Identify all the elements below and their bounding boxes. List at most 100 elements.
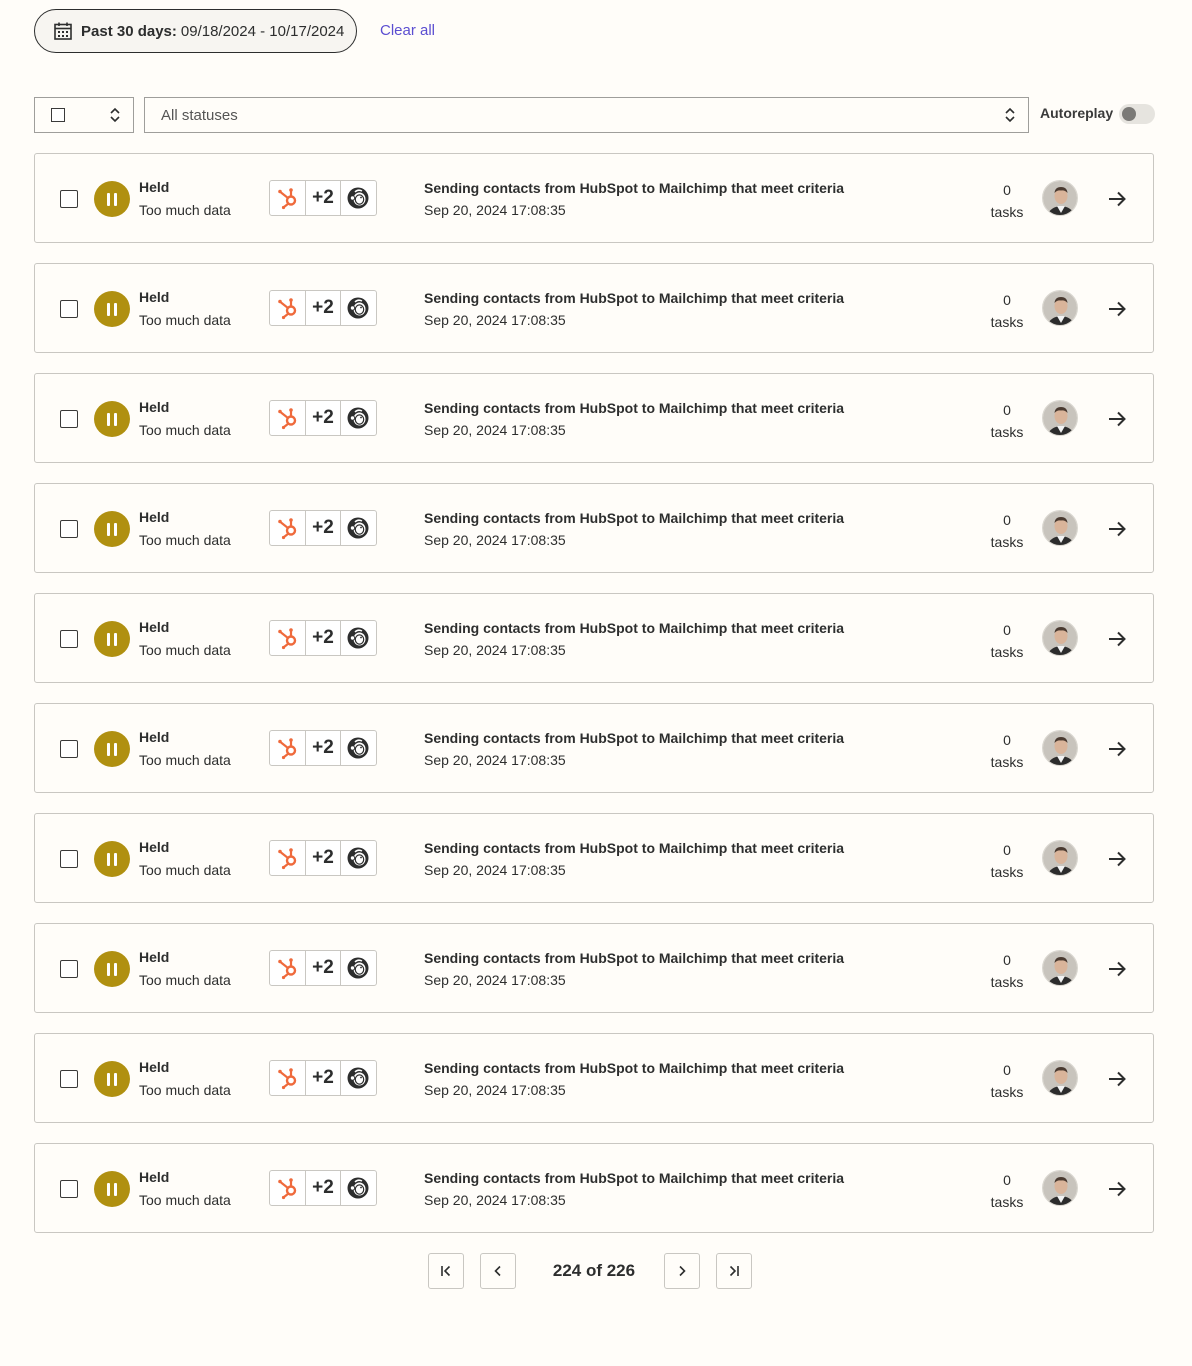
chevron-updown-icon [1005, 107, 1015, 123]
arrow-right-icon[interactable] [1105, 737, 1129, 761]
mailchimp-icon [341, 1171, 376, 1205]
task-count-label: tasks [990, 864, 1024, 880]
arrow-right-icon[interactable] [1105, 297, 1129, 321]
row-checkbox[interactable] [60, 190, 78, 208]
arrow-right-icon[interactable] [1105, 847, 1129, 871]
owner-avatar [1042, 1060, 1078, 1096]
arrow-right-icon[interactable] [1105, 517, 1129, 541]
run-row[interactable]: Held Too much data +2 Sending contacts f… [34, 1033, 1154, 1123]
row-checkbox[interactable] [60, 850, 78, 868]
owner-avatar [1042, 510, 1078, 546]
row-checkbox[interactable] [60, 300, 78, 318]
run-timestamp: Sep 20, 2024 17:08:35 [424, 1192, 566, 1208]
row-checkbox[interactable] [60, 410, 78, 428]
zap-title: Sending contacts from HubSpot to Mailchi… [424, 510, 845, 526]
first-page-button[interactable] [428, 1253, 464, 1289]
task-count-value: 0 [1003, 292, 1011, 308]
clear-all-link[interactable]: Clear all [380, 22, 435, 39]
run-row[interactable]: Held Too much data +2 Sending contacts f… [34, 153, 1154, 243]
row-checkbox[interactable] [60, 960, 78, 978]
autoreplay-toggle[interactable] [1119, 104, 1155, 124]
task-count: 0 tasks [975, 729, 1039, 773]
date-filter-label: Past 30 days: [81, 22, 177, 40]
task-count: 0 tasks [975, 1169, 1039, 1213]
row-checkbox[interactable] [60, 1070, 78, 1088]
app-icons: +2 [269, 510, 377, 546]
run-timestamp: Sep 20, 2024 17:08:35 [424, 972, 566, 988]
row-checkbox[interactable] [60, 630, 78, 648]
arrow-right-icon[interactable] [1105, 957, 1129, 981]
zap-title: Sending contacts from HubSpot to Mailchi… [424, 730, 845, 746]
page-indicator: 224 of 226 [552, 1261, 636, 1280]
task-count-value: 0 [1003, 842, 1011, 858]
run-status: Held [139, 509, 170, 525]
task-count-label: tasks [990, 204, 1024, 220]
arrow-right-icon[interactable] [1105, 407, 1129, 431]
zap-title: Sending contacts from HubSpot to Mailchi… [424, 180, 845, 196]
row-checkbox[interactable] [60, 520, 78, 538]
task-count-label: tasks [990, 424, 1024, 440]
app-icons: +2 [269, 730, 377, 766]
run-status: Held [139, 179, 170, 195]
task-count-value: 0 [1003, 1172, 1011, 1188]
select-all-dropdown[interactable] [34, 97, 134, 133]
toggle-knob [1122, 107, 1136, 121]
run-row[interactable]: Held Too much data +2 Sending contacts f… [34, 813, 1154, 903]
status-filter-select[interactable]: All statuses [144, 97, 1029, 133]
task-count: 0 tasks [975, 1059, 1039, 1103]
app-icons: +2 [269, 400, 377, 436]
run-row[interactable]: Held Too much data +2 Sending contacts f… [34, 1143, 1154, 1233]
status-filter-value: All statuses [161, 106, 238, 124]
run-status-reason: Too much data [139, 1192, 231, 1208]
run-row[interactable]: Held Too much data +2 Sending contacts f… [34, 593, 1154, 683]
arrow-right-icon[interactable] [1105, 187, 1129, 211]
mailchimp-icon [341, 621, 376, 655]
task-count-label: tasks [990, 754, 1024, 770]
arrow-right-icon[interactable] [1105, 1067, 1129, 1091]
run-row[interactable]: Held Too much data +2 Sending contacts f… [34, 483, 1154, 573]
first-page-icon [441, 1265, 451, 1277]
zap-title: Sending contacts from HubSpot to Mailchi… [424, 1170, 845, 1186]
row-checkbox[interactable] [60, 1180, 78, 1198]
app-icons: +2 [269, 950, 377, 986]
arrow-right-icon[interactable] [1105, 1177, 1129, 1201]
pagination: 224 of 226 [428, 1253, 752, 1289]
calendar-icon [54, 22, 72, 40]
run-row[interactable]: Held Too much data +2 Sending contacts f… [34, 263, 1154, 353]
pause-icon [94, 1171, 130, 1207]
select-all-checkbox[interactable] [51, 108, 65, 122]
more-apps-count: +2 [305, 401, 341, 435]
next-page-button[interactable] [664, 1253, 700, 1289]
run-status: Held [139, 729, 170, 745]
mailchimp-icon [341, 731, 376, 765]
last-page-button[interactable] [716, 1253, 752, 1289]
hubspot-icon [270, 951, 305, 985]
previous-page-button[interactable] [480, 1253, 516, 1289]
task-count-label: tasks [990, 534, 1024, 550]
arrow-right-icon[interactable] [1105, 627, 1129, 651]
run-status: Held [139, 619, 170, 635]
run-row[interactable]: Held Too much data +2 Sending contacts f… [34, 923, 1154, 1013]
mailchimp-icon [341, 291, 376, 325]
row-checkbox[interactable] [60, 740, 78, 758]
run-status: Held [139, 1169, 170, 1185]
owner-avatar [1042, 620, 1078, 656]
app-icons: +2 [269, 840, 377, 876]
run-timestamp: Sep 20, 2024 17:08:35 [424, 642, 566, 658]
owner-avatar [1042, 950, 1078, 986]
task-count: 0 tasks [975, 289, 1039, 333]
task-count-value: 0 [1003, 402, 1011, 418]
run-status: Held [139, 839, 170, 855]
hubspot-icon [270, 1061, 305, 1095]
run-row[interactable]: Held Too much data +2 Sending contacts f… [34, 703, 1154, 793]
date-range-filter[interactable]: Past 30 days: 09/18/2024 - 10/17/2024 [34, 9, 357, 53]
owner-avatar [1042, 730, 1078, 766]
autoreplay-label: Autoreplay [1040, 105, 1114, 121]
zap-title: Sending contacts from HubSpot to Mailchi… [424, 1060, 845, 1076]
hubspot-icon [270, 1171, 305, 1205]
task-count-value: 0 [1003, 952, 1011, 968]
run-row[interactable]: Held Too much data +2 Sending contacts f… [34, 373, 1154, 463]
last-page-icon [729, 1265, 739, 1277]
run-list: Held Too much data +2 Sending contacts f… [34, 153, 1154, 1253]
owner-avatar [1042, 840, 1078, 876]
